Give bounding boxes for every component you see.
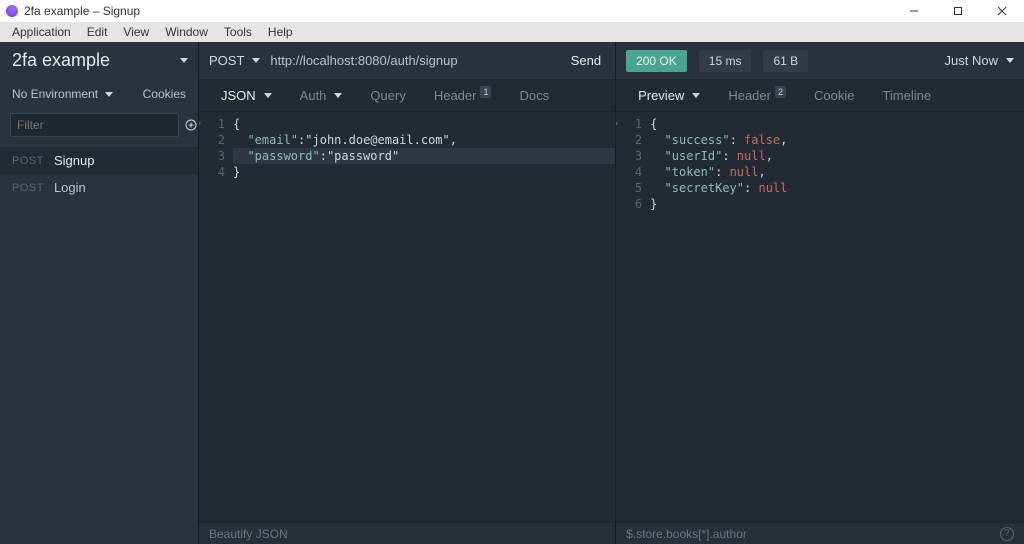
response-time: 15 ms: [699, 50, 752, 72]
chevron-down-icon: [692, 93, 700, 98]
response-size: 61 B: [763, 50, 808, 72]
chevron-down-icon: [1006, 58, 1014, 63]
url-input[interactable]: http://localhost:8080/auth/signup: [270, 53, 560, 68]
send-button[interactable]: Send: [571, 53, 601, 68]
menubar: Application Edit View Window Tools Help: [0, 22, 1024, 42]
request-panel: POST http://localhost:8080/auth/signup S…: [198, 42, 615, 544]
window-minimize-button[interactable]: [892, 0, 936, 22]
app-icon: [6, 5, 18, 17]
chevron-down-icon: [105, 92, 113, 97]
response-body-viewer[interactable]: 123456 { "success": false, "userId": nul…: [616, 112, 1024, 522]
request-item-signup[interactable]: POST Signup: [0, 147, 198, 174]
request-name: Login: [54, 180, 86, 195]
chevron-down-icon: [334, 93, 342, 98]
tab-response-header[interactable]: Header 2: [716, 84, 798, 107]
menu-application[interactable]: Application: [4, 25, 79, 39]
menu-help[interactable]: Help: [260, 25, 301, 39]
menu-edit[interactable]: Edit: [79, 25, 116, 39]
tab-query[interactable]: Query: [358, 84, 417, 107]
header-count-badge: 1: [480, 86, 491, 98]
chevron-down-icon: [180, 58, 188, 63]
sidebar: 2fa example No Environment Cookies POST …: [0, 42, 198, 544]
status-badge: 200 OK: [626, 50, 687, 72]
window-titlebar: 2fa example – Signup: [0, 0, 1024, 22]
chevron-down-icon: [252, 58, 260, 63]
method-dropdown[interactable]: POST: [209, 53, 260, 68]
window-close-button[interactable]: [980, 0, 1024, 22]
tab-body-json[interactable]: JSON: [209, 84, 284, 107]
chevron-down-icon: [264, 93, 272, 98]
cookies-link[interactable]: Cookies: [143, 87, 186, 101]
window-maximize-button[interactable]: [936, 0, 980, 22]
request-method: POST: [12, 182, 44, 194]
plus-circle-icon: [185, 119, 197, 131]
request-name: Signup: [54, 153, 94, 168]
filter-input[interactable]: [10, 113, 179, 137]
request-item-login[interactable]: POST Login: [0, 174, 198, 201]
request-method: POST: [12, 155, 44, 167]
history-dropdown[interactable]: Just Now: [945, 53, 1014, 68]
workspace-name: 2fa example: [12, 50, 110, 71]
beautify-json-button[interactable]: Beautify JSON: [209, 527, 288, 541]
tab-header[interactable]: Header 1: [422, 84, 504, 107]
help-icon[interactable]: ?: [1000, 527, 1014, 541]
menu-window[interactable]: Window: [157, 25, 216, 39]
response-panel: 200 OK 15 ms 61 B Just Now Preview Heade…: [615, 42, 1024, 544]
window-title: 2fa example – Signup: [24, 4, 892, 18]
tab-timeline[interactable]: Timeline: [870, 84, 943, 107]
header-count-badge: 2: [775, 86, 786, 98]
tab-docs[interactable]: Docs: [507, 84, 561, 107]
tab-auth[interactable]: Auth: [288, 84, 355, 107]
request-body-editor[interactable]: 1234 { "email":"john.doe@email.com", "pa…: [199, 112, 615, 522]
environment-selector[interactable]: No Environment: [12, 87, 113, 101]
menu-tools[interactable]: Tools: [216, 25, 260, 39]
tab-cookie[interactable]: Cookie: [802, 84, 866, 107]
workspace-switcher[interactable]: 2fa example: [0, 42, 198, 81]
menu-view[interactable]: View: [115, 25, 157, 39]
tab-preview[interactable]: Preview: [626, 84, 712, 107]
jsonpath-input[interactable]: $.store.books[*].author: [626, 527, 747, 541]
